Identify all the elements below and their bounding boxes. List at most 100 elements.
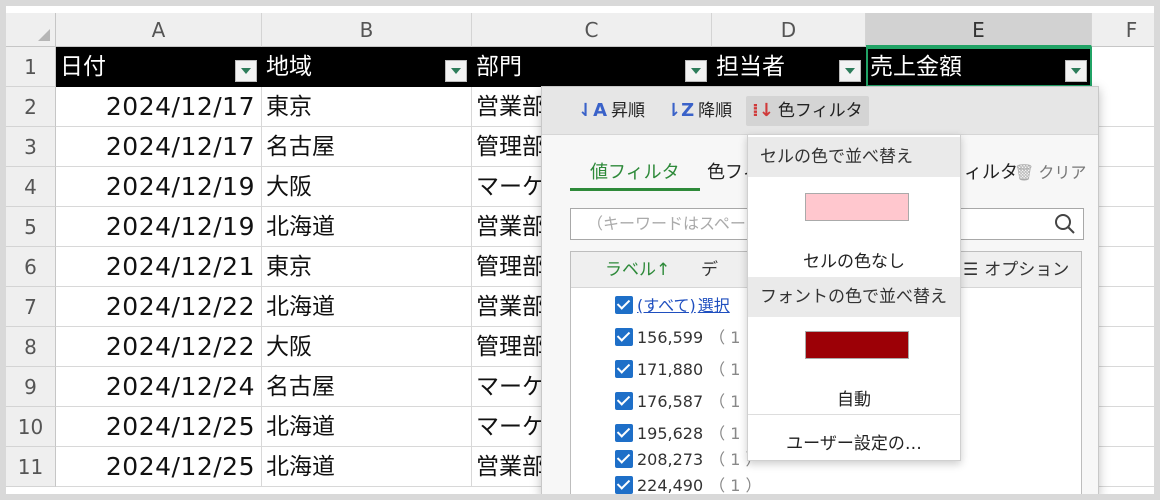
checkbox-checked-icon[interactable] [615,296,633,314]
date-cell[interactable]: 2024/12/22 [56,327,262,367]
sort-ascending-button[interactable]: ⇃A 昇順 [578,96,645,126]
region-cell[interactable]: 大阪 [262,327,472,367]
column-header-c[interactable]: C [472,13,712,47]
row-header[interactable]: 8 [6,327,56,367]
automatic-color-item[interactable]: 自動 [748,385,960,410]
list-item-count: （ 1 ） [709,476,762,494]
date-cell[interactable]: 2024/12/25 [56,447,262,487]
empty-cell[interactable] [1092,207,1154,247]
row-header[interactable]: 6 [6,247,56,287]
checkbox-checked-icon[interactable] [615,360,633,378]
list-item[interactable]: 176,587 （ 1 [615,390,740,414]
column-header-f[interactable]: F [1092,13,1154,47]
date-cell[interactable]: 2024/12/17 [56,87,262,127]
search-icon[interactable] [1053,212,1077,236]
dept-cell[interactable]: 営業部 [472,207,552,247]
column-header-a[interactable]: A [56,13,262,47]
select-shown-link[interactable]: 選択 [698,296,730,315]
dept-cell[interactable]: 管理部 [472,327,552,367]
font-color-swatch[interactable] [805,331,909,359]
list-item[interactable]: 208,273 （ 1 ） [615,448,762,472]
region-cell[interactable]: 東京 [262,247,472,287]
select-all-link[interactable]: (すべて) [637,296,696,315]
clear-filter-button[interactable]: 🗑 クリア [1014,159,1086,191]
dept-cell[interactable]: マーケ [472,167,552,207]
empty-cell[interactable] [1092,367,1154,407]
filter-dropdown-icon[interactable] [839,60,861,82]
list-item[interactable]: 224,490 （ 1 ） [615,474,762,494]
date-cell[interactable]: 2024/12/17 [56,127,262,167]
header-cell-region[interactable]: 地域 [262,47,472,87]
list-item[interactable]: 171,880 （ 1 [615,358,740,382]
no-cell-color-item[interactable]: セルの色なし [748,247,960,272]
tab-value-filter[interactable]: 値フィルタ [570,159,700,191]
header-cell-dept[interactable]: 部門 [472,47,712,87]
options-button[interactable]: ☰ オプション [963,252,1069,288]
dept-cell[interactable]: 営業部 [472,287,552,327]
filter-dropdown-icon[interactable] [685,60,707,82]
row-header[interactable]: 1 [6,47,56,87]
header-cell-sales[interactable]: 売上金額 [866,47,1092,87]
row-header[interactable]: 3 [6,127,56,167]
date-cell[interactable]: 2024/12/24 [56,367,262,407]
cell-color-swatch[interactable] [805,193,909,221]
checkbox-checked-icon[interactable] [615,450,633,468]
tab-filter-tail[interactable]: ィルタ [964,159,1018,191]
row-header[interactable]: 5 [6,207,56,247]
region-cell[interactable]: 北海道 [262,207,472,247]
empty-cell[interactable] [1092,327,1154,367]
filter-dropdown-icon[interactable] [235,60,257,82]
column-header-d[interactable]: D [712,13,866,47]
filter-dropdown-icon[interactable] [1065,60,1087,82]
row-header[interactable]: 10 [6,407,56,447]
empty-cell[interactable] [1092,247,1154,287]
date-cell[interactable]: 2024/12/25 [56,407,262,447]
list-item[interactable]: 156,599 （ 1 [615,326,740,350]
dept-cell[interactable]: 管理部 [472,247,552,287]
list-item[interactable]: 195,628 （ 1 [615,422,740,446]
date-cell[interactable]: 2024/12/19 [56,167,262,207]
row-header[interactable]: 9 [6,367,56,407]
column-header-e[interactable]: E [866,13,1092,47]
dept-cell[interactable]: 管理部 [472,127,552,167]
date-cell[interactable]: 2024/12/22 [56,287,262,327]
dept-cell[interactable]: 営業部 [472,87,552,127]
checkbox-checked-icon[interactable] [615,424,633,442]
filter-dropdown-icon[interactable] [445,60,467,82]
date-cell[interactable]: 2024/12/19 [56,207,262,247]
checkbox-checked-icon[interactable] [615,392,633,410]
sort-by-count-header[interactable]: デ [701,252,718,288]
dept-cell[interactable]: マーケ [472,407,552,447]
sort-descending-button[interactable]: ⇂Z 降順 [666,96,732,126]
region-cell[interactable]: 大阪 [262,167,472,207]
region-cell[interactable]: 北海道 [262,407,472,447]
select-all-item[interactable]: (すべて) 選択 [615,294,730,318]
sort-by-label-header[interactable]: ラベル↑ [605,252,670,288]
region-cell[interactable]: 名古屋 [262,127,472,167]
empty-cell[interactable] [1092,167,1154,207]
empty-cell[interactable] [1092,287,1154,327]
row-header[interactable]: 7 [6,287,56,327]
dept-cell[interactable]: 営業部 [472,447,552,487]
empty-cell[interactable] [1092,127,1154,167]
empty-cell[interactable] [1092,87,1154,127]
empty-cell[interactable] [1092,407,1154,447]
header-cell-date[interactable]: 日付 [56,47,262,87]
custom-sort-item[interactable]: ユーザー設定の… [748,429,960,454]
checkbox-checked-icon[interactable] [615,328,633,346]
row-header[interactable]: 11 [6,447,56,487]
row-header[interactable]: 4 [6,167,56,207]
dept-cell[interactable]: マーケ [472,367,552,407]
region-cell[interactable]: 名古屋 [262,367,472,407]
header-cell-rep[interactable]: 担当者 [712,47,866,87]
checkbox-checked-icon[interactable] [615,476,633,494]
select-all-corner[interactable] [6,13,56,47]
color-filter-button[interactable]: ⁞↓ 色フィルタ [746,96,869,126]
region-cell[interactable]: 北海道 [262,447,472,487]
column-header-b[interactable]: B [262,13,472,47]
region-cell[interactable]: 東京 [262,87,472,127]
row-header[interactable]: 2 [6,87,56,127]
date-cell[interactable]: 2024/12/21 [56,247,262,287]
region-cell[interactable]: 北海道 [262,287,472,327]
empty-cell[interactable] [1092,447,1154,487]
